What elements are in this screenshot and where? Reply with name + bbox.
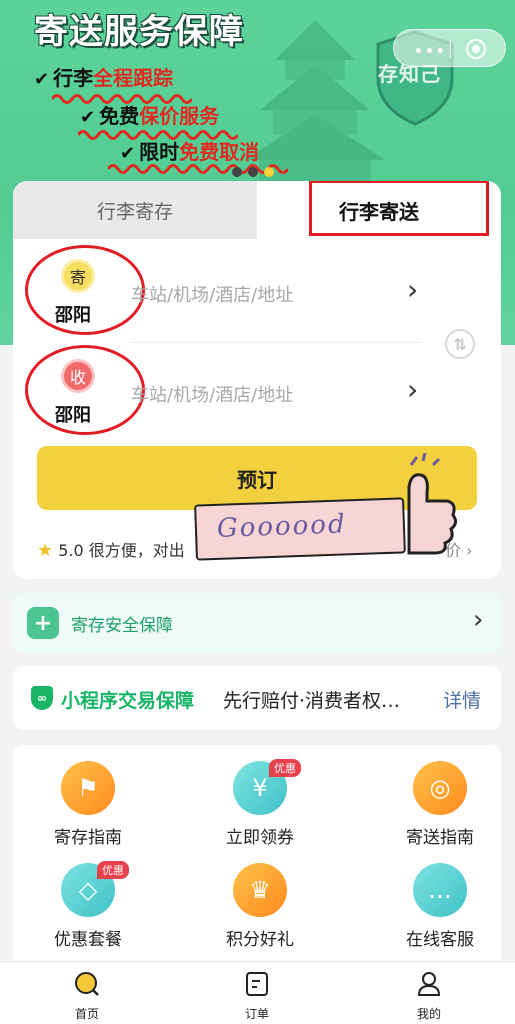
capsule-divider	[450, 40, 451, 58]
service-storage-guide[interactable]: ⚑ 寄存指南	[25, 745, 145, 848]
bottom-nav: 首页 订单 我的	[0, 962, 515, 1024]
nav-orders[interactable]: 订单	[216, 967, 296, 1023]
chat-icon: …	[413, 863, 467, 917]
compass-icon: ◎	[413, 761, 467, 815]
star-icon: ★	[37, 540, 54, 561]
send-city-circle	[25, 245, 145, 335]
mini-program-capsule: •••	[393, 29, 506, 67]
check-icon: ✔	[34, 69, 50, 90]
goooood-sticker: Goooood	[194, 497, 406, 561]
user-icon	[417, 972, 441, 996]
service-label: 立即领券	[226, 828, 294, 848]
pager-dot-active	[264, 167, 274, 177]
service-label: 积分好礼	[226, 930, 294, 950]
review-text: 很方便，对出	[88, 541, 185, 560]
pager-dot	[248, 167, 258, 177]
review-summary[interactable]: ★ 5.0 很方便，对出	[37, 537, 185, 561]
sticker-text: Goooood	[216, 509, 348, 544]
more-dots-icon[interactable]: •••	[414, 44, 447, 60]
banner-title: 寄送服务保障	[34, 12, 244, 52]
signpost-icon: ⚑	[61, 761, 115, 815]
service-label: 在线客服	[406, 930, 474, 950]
orders-icon	[246, 972, 268, 996]
service-claim-coupon[interactable]: ¥ 优惠 立即领券	[197, 745, 317, 848]
banner-pager	[232, 162, 280, 181]
target-icon[interactable]	[466, 39, 486, 59]
service-label: 寄存指南	[54, 828, 122, 848]
guarantee-desc: 先行赔付·消费者权…	[223, 690, 401, 712]
promo-badge: 优惠	[269, 759, 301, 777]
chevron-right-icon: ›	[473, 605, 484, 635]
thumbs-up-icon	[407, 453, 458, 555]
receive-city-circle	[25, 345, 145, 435]
check-icon: ✔	[80, 107, 96, 128]
service-label: 寄送指南	[406, 828, 474, 848]
services-grid: ⚑ 寄存指南 ¥ 优惠 立即领券 ◎ 寄送指南 ◇ 优惠 优惠套餐 ♛ 积分好礼…	[13, 745, 501, 960]
transaction-guarantee[interactable]: ∞ 小程序交易保障 先行赔付·消费者权… 详情	[13, 666, 501, 730]
red-squiggle	[78, 130, 238, 140]
pager-dot	[232, 167, 242, 177]
nav-mine[interactable]: 我的	[388, 967, 468, 1023]
tab-storage[interactable]: 行李寄存	[13, 181, 257, 239]
chevron-right-icon: ›	[407, 373, 419, 406]
review-rating: 5.0	[58, 541, 84, 560]
check-icon: ✔	[120, 143, 136, 164]
receive-address-placeholder[interactable]: 车站/机场/酒店/地址	[131, 381, 293, 407]
service-discount-package[interactable]: ◇ 优惠 优惠套餐	[25, 847, 145, 950]
nav-orders-label: 订单	[244, 1007, 269, 1021]
shield-plus-icon: +	[27, 607, 59, 639]
service-points-gifts[interactable]: ♛ 积分好礼	[197, 847, 317, 950]
service-delivery-guide[interactable]: ◎ 寄送指南	[377, 745, 497, 848]
send-address-row[interactable]: 寄 邵阳 车站/机场/酒店/地址 ›	[13, 243, 501, 343]
chevron-right-icon: ›	[407, 273, 419, 306]
guarantee-shield-icon: ∞	[31, 686, 53, 710]
storage-safety-row[interactable]: + 寄存安全保障 ›	[13, 593, 501, 653]
nav-home-label: 首页	[74, 1007, 99, 1021]
booking-card: 行李寄存 行李寄送 寄 邵阳 车站/机场/酒店/地址 › ⇅ 收 邵阳 车站/机…	[13, 181, 501, 579]
promo-badge: 优惠	[97, 861, 129, 879]
guarantee-details-link[interactable]: 详情	[443, 686, 481, 713]
home-search-icon	[75, 972, 99, 996]
red-squiggle	[52, 94, 192, 104]
send-address-placeholder[interactable]: 车站/机场/酒店/地址	[131, 281, 293, 307]
tab-highlight-outline	[309, 181, 489, 236]
service-online-support[interactable]: … 在线客服	[377, 847, 497, 950]
service-tabs: 行李寄存 行李寄送	[13, 181, 501, 239]
feature-tracking: ✔ 行李全程跟踪	[34, 66, 174, 90]
guarantee-title: 小程序交易保障	[61, 690, 195, 712]
safety-label: 寄存安全保障	[71, 616, 173, 636]
nav-home[interactable]: 首页	[46, 967, 126, 1023]
crown-icon: ♛	[233, 863, 287, 917]
receive-address-row[interactable]: 收 邵阳 车站/机场/酒店/地址 ›	[13, 343, 501, 443]
nav-mine-label: 我的	[416, 1007, 441, 1021]
service-label: 优惠套餐	[54, 930, 122, 950]
